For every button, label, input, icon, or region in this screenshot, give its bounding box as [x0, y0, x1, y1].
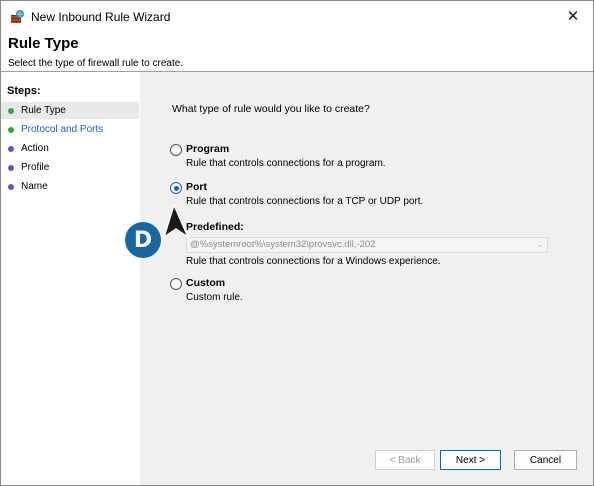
page-subtitle: Select the type of firewall rule to crea… — [8, 58, 184, 69]
step-protocol-and-ports[interactable]: Protocol and Ports — [1, 121, 139, 138]
next-button[interactable]: Next > — [440, 450, 501, 470]
close-icon: ✕ — [566, 8, 580, 25]
step-status-icon — [8, 164, 14, 171]
predefined-select-value: @%systemroot%\system32\provsvc.dll,-202 — [190, 239, 376, 250]
option-title: Custom — [186, 277, 226, 289]
step-rule-type[interactable]: Rule Type — [1, 102, 139, 119]
step-status-icon — [8, 183, 14, 190]
predefined-label: Predefined: — [186, 221, 244, 233]
step-status-icon — [8, 126, 14, 133]
window-title: New Inbound Rule Wizard — [31, 10, 171, 24]
step-label: Protocol and Ports — [21, 124, 104, 135]
predefined-select[interactable]: @%systemroot%\system32\provsvc.dll,-202 … — [186, 237, 548, 253]
option-description: Custom rule. — [186, 292, 243, 303]
port-radio[interactable] — [170, 182, 182, 194]
predefined-description: Rule that controls connections for a Win… — [186, 256, 441, 267]
page-header: Rule Type Select the type of firewall ru… — [1, 31, 593, 71]
firewall-app-icon — [10, 9, 25, 24]
main-content: What type of rule would you like to crea… — [140, 72, 593, 485]
step-label: Name — [21, 181, 48, 192]
step-action[interactable]: Action — [1, 140, 139, 157]
option-description: Rule that controls connections for a TCP… — [186, 196, 424, 207]
step-label: Action — [21, 143, 49, 154]
step-profile[interactable]: Profile — [1, 159, 139, 176]
program-radio[interactable] — [170, 144, 182, 156]
pointer-cursor-icon — [162, 203, 190, 240]
step-status-icon — [8, 107, 14, 114]
page-title: Rule Type — [8, 35, 79, 52]
rule-type-question: What type of rule would you like to crea… — [172, 103, 370, 115]
step-label: Rule Type — [21, 105, 66, 116]
step-label: Profile — [21, 162, 50, 173]
option-description: Rule that controls connections for a pro… — [186, 158, 386, 169]
wizard-window: New Inbound Rule Wizard ✕ Rule Type Sele… — [0, 0, 594, 486]
annotation-badge: D — [125, 222, 161, 258]
close-button[interactable]: ✕ — [553, 1, 593, 31]
title-bar: New Inbound Rule Wizard ✕ — [1, 1, 593, 31]
option-title: Program — [186, 143, 230, 155]
step-name[interactable]: Name — [1, 178, 139, 195]
option-title: Port — [186, 181, 207, 193]
chevron-down-icon: ⌄ — [536, 240, 543, 249]
custom-radio[interactable] — [170, 278, 182, 290]
step-status-icon — [8, 145, 14, 152]
back-button[interactable]: < Back — [375, 450, 435, 470]
steps-title: Steps: — [7, 85, 41, 97]
cancel-button[interactable]: Cancel — [514, 450, 577, 470]
steps-sidebar: Steps: Rule Type Protocol and Ports Acti… — [1, 85, 139, 485]
